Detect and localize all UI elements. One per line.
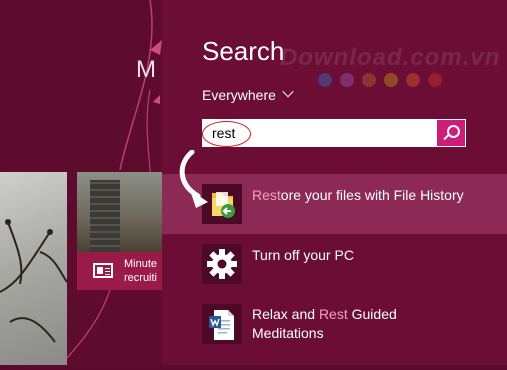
dot — [318, 73, 332, 87]
search-result-relax-rest[interactable]: Relax and Rest Guided Meditations — [162, 294, 507, 354]
dot — [362, 73, 376, 87]
result-label: Restore your files with File History — [252, 187, 464, 203]
building-image — [90, 180, 120, 252]
watermark-text: Download.com.vn — [280, 44, 501, 71]
chevron-down-icon — [282, 86, 294, 98]
search-input[interactable] — [202, 119, 435, 147]
branch-image — [0, 219, 68, 343]
dot — [384, 73, 398, 87]
dot — [340, 73, 354, 87]
search-icon — [447, 125, 460, 138]
word-document-icon — [202, 304, 242, 344]
dot — [406, 73, 420, 87]
search-title: Search — [202, 36, 285, 66]
gear-icon — [202, 244, 242, 284]
news-tile[interactable]: Minute recruiti — [77, 252, 162, 290]
news-tile-text: Minute recruiti — [124, 258, 158, 284]
search-button[interactable] — [437, 120, 465, 146]
search-scope-label: Everywhere — [202, 87, 276, 103]
search-scope-dropdown[interactable]: Everywhere — [202, 86, 294, 103]
result-label: Turn off your PC — [252, 247, 354, 263]
result-label: Relax and Rest Guided Meditations — [252, 306, 397, 341]
watermark-dots — [318, 73, 450, 92]
annotation-arrow — [179, 150, 208, 208]
dot — [428, 73, 442, 87]
news-icon — [93, 263, 113, 278]
search-box — [202, 119, 466, 147]
photo-tile[interactable] — [0, 172, 68, 365]
start-heading: M — [136, 56, 156, 83]
search-result-turn-off-pc[interactable]: Turn off your PC — [162, 234, 507, 294]
